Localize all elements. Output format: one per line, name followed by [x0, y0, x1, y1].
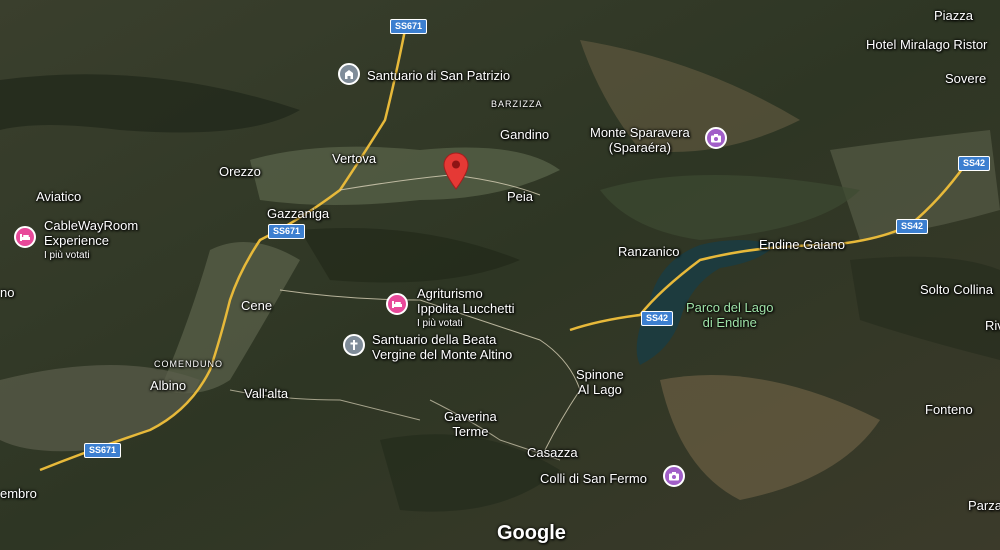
place-sovere[interactable]: Sovere — [945, 71, 986, 86]
place-spinone-line1: Spinone — [576, 367, 624, 382]
place-albino[interactable]: Albino — [150, 378, 186, 393]
bed-icon — [392, 301, 402, 308]
place-casazza[interactable]: Casazza — [527, 445, 578, 460]
place-gazzaniga[interactable]: Gazzaniga — [267, 206, 329, 221]
poi-cableway-line1: CableWayRoom — [44, 218, 139, 233]
poi-cableway-line2: Experience — [44, 233, 110, 248]
camera-icon — [669, 472, 679, 481]
poi-santuario-san-patrizio-label[interactable]: Santuario di San Patrizio — [367, 68, 510, 83]
place-spinone-al-lago[interactable]: Spinone Al Lago — [576, 367, 624, 397]
place-fonteno[interactable]: Fonteno — [925, 402, 973, 417]
place-gaverina-line1: Gaverina — [444, 409, 497, 424]
place-no[interactable]: no — [0, 285, 14, 300]
poi-cablewayroom-label[interactable]: CableWayRoom Experience I più votati — [44, 218, 138, 263]
poi-santuario-monte-altino-label[interactable]: Santuario della Beata Vergine del Monte … — [372, 332, 512, 362]
park-lago-di-endine[interactable]: Parco del Lago di Endine — [686, 300, 773, 330]
place-solto-collina[interactable]: Solto Collina — [920, 282, 993, 297]
place-gaverina-line2: Terme — [452, 424, 489, 439]
poi-cablewayroom-marker[interactable] — [14, 226, 36, 248]
bed-icon — [20, 234, 30, 241]
poi-agriturismo-label[interactable]: Agriturismo Ippolita Lucchetti I più vot… — [417, 286, 515, 331]
place-hotel-miralago[interactable]: Hotel Miralago Ristor — [866, 37, 987, 52]
map-pin-icon[interactable] — [443, 152, 469, 190]
road-shield-ss671-bottom: SS671 — [84, 443, 122, 458]
poi-agriturismo-subtitle: I più votati — [417, 318, 463, 329]
poi-altino-line2: Vergine del Monte Altino — [372, 347, 513, 362]
place-parzanica[interactable]: Parza — [968, 498, 1000, 513]
place-ranzanico[interactable]: Ranzanico — [618, 244, 679, 259]
poi-monte-sparavera-label[interactable]: Monte Sparavera (Sparaéra) — [590, 125, 690, 155]
road-shield-ss671-top: SS671 — [390, 19, 428, 34]
poi-santuario-san-patrizio-marker[interactable] — [338, 63, 360, 85]
place-gaverina-terme[interactable]: Gaverina Terme — [444, 409, 497, 439]
poi-agriturismo-line2: Ippolita Lucchetti — [417, 301, 515, 316]
poi-sparavera-line2: (Sparaéra) — [608, 140, 671, 155]
poi-agriturismo-marker[interactable] — [386, 293, 408, 315]
place-vallalta[interactable]: Vall'alta — [244, 386, 288, 401]
place-peia[interactable]: Peia — [507, 189, 533, 204]
google-logo: Google — [497, 522, 566, 544]
place-piazza[interactable]: Piazza — [934, 8, 973, 23]
poi-colli-san-fermo-label[interactable]: Colli di San Fermo — [540, 471, 647, 486]
poi-monte-sparavera-marker[interactable] — [705, 127, 727, 149]
camera-icon — [711, 134, 721, 143]
place-endine-gaiano[interactable]: Endine Gaiano — [759, 237, 845, 252]
poi-santuario-monte-altino-marker[interactable] — [343, 334, 365, 356]
poi-colli-san-fermo-marker[interactable] — [663, 465, 685, 487]
place-orezzo[interactable]: Orezzo — [219, 164, 261, 179]
poi-cableway-subtitle: I più votati — [44, 250, 90, 261]
cross-icon — [350, 340, 358, 350]
poi-sparavera-line1: Monte Sparavera — [590, 125, 690, 140]
place-gandino[interactable]: Gandino — [500, 127, 549, 142]
road-shield-ss671-mid: SS671 — [268, 224, 306, 239]
church-icon — [345, 70, 353, 79]
road-shield-ss42-b: SS42 — [896, 219, 929, 234]
place-cene[interactable]: Cene — [241, 298, 272, 313]
poi-agriturismo-line1: Agriturismo — [417, 286, 483, 301]
park-line2: di Endine — [702, 315, 757, 330]
place-nembro[interactable]: embro — [0, 486, 37, 501]
place-riva[interactable]: Riv — [985, 318, 1000, 333]
road-shield-ss42-a: SS42 — [958, 156, 991, 171]
place-spinone-line2: Al Lago — [577, 382, 622, 397]
place-barzizza[interactable]: BARZIZZA — [491, 99, 543, 110]
place-comenduno[interactable]: COMENDUNO — [154, 359, 223, 370]
place-aviatico[interactable]: Aviatico — [36, 189, 81, 204]
park-line1: Parco del Lago — [686, 300, 774, 315]
satellite-map[interactable]: Piazza Hotel Miralago Ristor Sovere BARZ… — [0, 0, 1000, 550]
poi-altino-line1: Santuario della Beata — [372, 332, 497, 347]
place-vertova[interactable]: Vertova — [332, 151, 376, 166]
road-shield-ss42-c: SS42 — [641, 311, 674, 326]
